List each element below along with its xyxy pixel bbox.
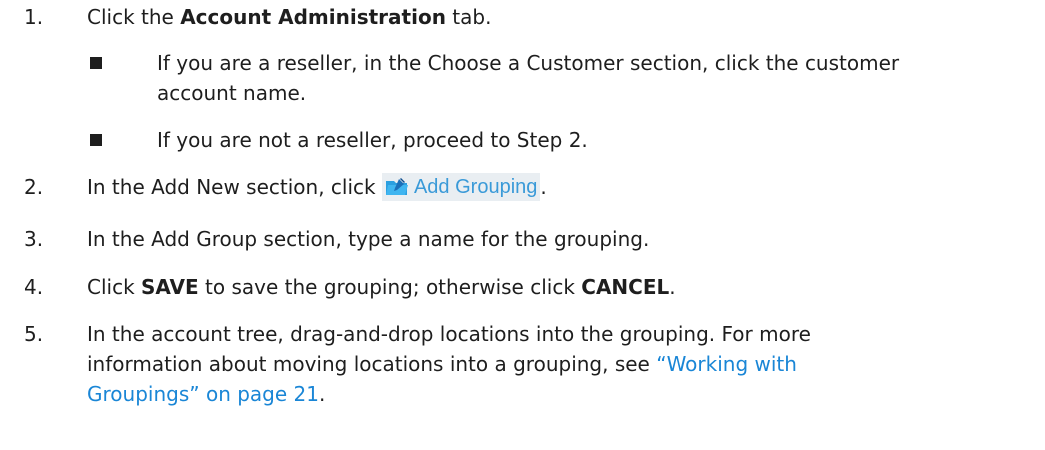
bullet-square-icon	[90, 57, 102, 69]
step-number: 2.	[24, 175, 44, 199]
add-grouping-button[interactable]: Add Grouping	[381, 173, 541, 201]
working-with-groupings-link-cont[interactable]: Groupings” on page 21	[87, 382, 319, 406]
step-text: In the Add New section, click Add Groupi…	[87, 173, 547, 201]
instruction-steps: 1. Click the Account Administration tab.…	[0, 0, 1045, 450]
step-number: 4.	[24, 275, 44, 299]
step-text: In the account tree, drag-and-drop locat…	[87, 322, 811, 406]
bullet-text: If you are not a reseller, proceed to St…	[157, 128, 588, 152]
folder-add-icon	[385, 177, 409, 197]
bullet-square-icon	[90, 134, 102, 146]
add-grouping-label: Add Grouping	[413, 176, 538, 198]
bullet-text: If you are a reseller, in the Choose a C…	[157, 51, 900, 105]
step-text: Click the Account Administration tab.	[87, 5, 492, 29]
step-number: 1.	[24, 5, 44, 29]
step-text: In the Add Group section, type a name fo…	[87, 227, 650, 251]
ui-term-account-administration: Account Administration	[180, 5, 446, 29]
working-with-groupings-link[interactable]: “Working with	[656, 352, 797, 376]
step-number: 5.	[24, 322, 44, 346]
step-text: Click SAVE to save the grouping; otherwi…	[87, 275, 676, 299]
step-number: 3.	[24, 227, 44, 251]
ui-term-save: SAVE	[141, 275, 199, 299]
ui-term-cancel: CANCEL	[581, 275, 670, 299]
